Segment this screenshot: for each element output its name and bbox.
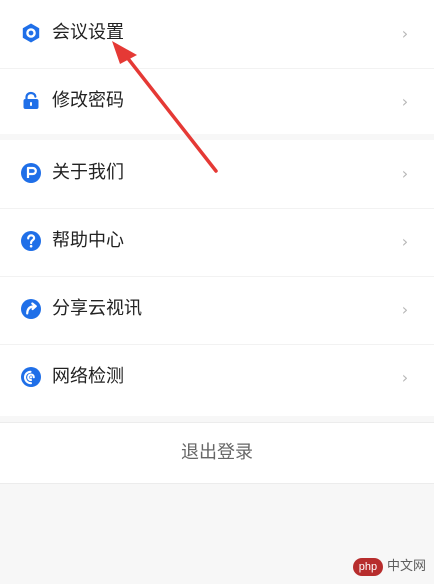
menu-item-label: 会议设置 bbox=[52, 22, 124, 43]
settings-hexagon-icon bbox=[22, 23, 40, 43]
chevron-right-icon: › bbox=[401, 92, 409, 111]
chevron-right-icon: › bbox=[401, 24, 409, 43]
logout-section: 退出登录 bbox=[0, 422, 434, 484]
menu-item-share-cloud-video[interactable]: 分享云视讯 › bbox=[0, 276, 434, 344]
chevron-right-icon: › bbox=[401, 232, 409, 251]
menu-item-label: 分享云视讯 bbox=[52, 298, 142, 319]
chevron-right-icon: › bbox=[401, 164, 409, 183]
settings-page: 会议设置 › 修改密码 › 关于我们 › 帮助中心 › 分享云视讯 › 网络检测… bbox=[0, 0, 434, 584]
chevron-right-icon: › bbox=[401, 300, 409, 319]
question-icon bbox=[21, 231, 41, 251]
logout-button[interactable]: 退出登录 bbox=[0, 423, 434, 483]
p-badge-icon bbox=[21, 163, 41, 183]
menu-item-meeting-settings[interactable]: 会议设置 › bbox=[0, 0, 434, 68]
share-arrow-icon bbox=[21, 299, 41, 319]
menu-group-general: 关于我们 › 帮助中心 › 分享云视讯 › 网络检测 › bbox=[0, 140, 434, 416]
watermark-text: 中文网 bbox=[386, 559, 426, 574]
menu-item-label: 修改密码 bbox=[52, 90, 124, 111]
watermark-badge: php bbox=[352, 558, 383, 576]
network-test-icon bbox=[21, 367, 41, 387]
menu-item-label: 网络检测 bbox=[52, 366, 124, 387]
chevron-right-icon: › bbox=[401, 368, 409, 387]
menu-item-change-password[interactable]: 修改密码 › bbox=[0, 68, 434, 136]
menu-item-network-test[interactable]: 网络检测 › bbox=[0, 344, 434, 412]
menu-item-help-center[interactable]: 帮助中心 › bbox=[0, 208, 434, 276]
menu-item-about-us[interactable]: 关于我们 › bbox=[0, 140, 434, 208]
lock-icon bbox=[23, 91, 39, 109]
menu-item-label: 帮助中心 bbox=[52, 230, 124, 251]
menu-item-label: 关于我们 bbox=[52, 162, 124, 183]
watermark: php 中文网 bbox=[344, 556, 426, 578]
menu-group-account: 会议设置 › 修改密码 › bbox=[0, 0, 434, 134]
